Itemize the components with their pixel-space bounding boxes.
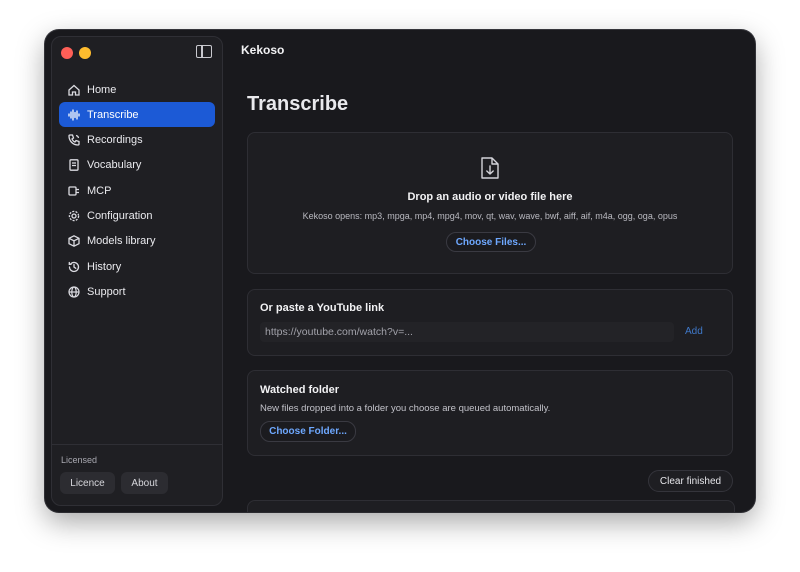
supported-formats: Kekoso opens: mp3, mpga, mp4, mpg4, mov,… <box>302 211 678 221</box>
sidebar-item-label: Home <box>87 83 117 96</box>
watched-folder-description: New files dropped into a folder you choo… <box>260 403 551 414</box>
about-button[interactable]: About <box>121 472 168 494</box>
gear-icon <box>67 209 81 223</box>
plug-icon <box>67 184 81 198</box>
watched-folder-card: Watched folder New files dropped into a … <box>247 370 733 456</box>
book-icon <box>67 158 81 172</box>
sidebar-item-label: Models library <box>87 235 156 248</box>
sidebar-item-mcp[interactable]: MCP <box>59 178 215 203</box>
sidebar-nav: Home Transcribe Recordings Vocabulary MC… <box>59 77 215 305</box>
globe-icon <box>67 285 81 299</box>
choose-folder-button[interactable]: Choose Folder... <box>260 421 356 442</box>
page-title: Transcribe <box>247 93 349 115</box>
sidebar-item-recordings[interactable]: Recordings <box>59 128 215 153</box>
add-link-button[interactable]: Add <box>685 326 703 337</box>
queue-card <box>247 500 735 512</box>
licence-button[interactable]: Licence <box>60 472 115 494</box>
sidebar-item-label: Support <box>87 285 126 298</box>
waveform-icon <box>67 108 81 122</box>
sidebar-item-label: MCP <box>87 184 112 197</box>
sidebar-item-history[interactable]: History <box>59 254 215 279</box>
youtube-url-input[interactable] <box>260 322 674 342</box>
cube-icon <box>67 234 81 248</box>
youtube-card: Or paste a YouTube link Add <box>247 289 733 356</box>
drop-zone[interactable]: Drop an audio or video file here Kekoso … <box>247 132 733 274</box>
sidebar-item-support[interactable]: Support <box>59 279 215 304</box>
sidebar-item-home[interactable]: Home <box>59 77 215 102</box>
file-download-icon <box>480 156 500 180</box>
sidebar-item-models-library[interactable]: Models library <box>59 229 215 254</box>
sidebar-item-label: Vocabulary <box>87 159 142 172</box>
choose-files-button[interactable]: Choose Files... <box>446 232 536 252</box>
sidebar-item-label: History <box>87 260 122 273</box>
sidebar-item-transcribe[interactable]: Transcribe <box>59 102 215 128</box>
sidebar-item-label: Recordings <box>87 134 143 147</box>
history-icon <box>67 260 81 274</box>
drop-zone-title: Drop an audio or video file here <box>407 191 573 203</box>
app-title: Kekoso <box>241 43 285 57</box>
sidebar-toggle-icon[interactable] <box>196 45 212 58</box>
sidebar-item-configuration[interactable]: Configuration <box>59 203 215 228</box>
clear-finished-button[interactable]: Clear finished <box>648 470 733 492</box>
sidebar-item-label: Configuration <box>87 209 153 222</box>
watched-folder-title: Watched folder <box>260 384 340 396</box>
sidebar-item-label: Transcribe <box>87 108 139 121</box>
licensed-label: Licensed <box>61 455 98 465</box>
sidebar: Home Transcribe Recordings Vocabulary MC… <box>51 36 223 506</box>
home-icon <box>67 83 81 97</box>
app-window: Home Transcribe Recordings Vocabulary MC… <box>45 30 755 512</box>
phone-icon <box>67 133 81 147</box>
minimize-window-button[interactable] <box>79 47 91 59</box>
youtube-title: Or paste a YouTube link <box>260 302 385 314</box>
sidebar-item-vocabulary[interactable]: Vocabulary <box>59 153 215 178</box>
close-window-button[interactable] <box>61 47 73 59</box>
sidebar-footer: Licensed Licence About <box>52 444 222 505</box>
